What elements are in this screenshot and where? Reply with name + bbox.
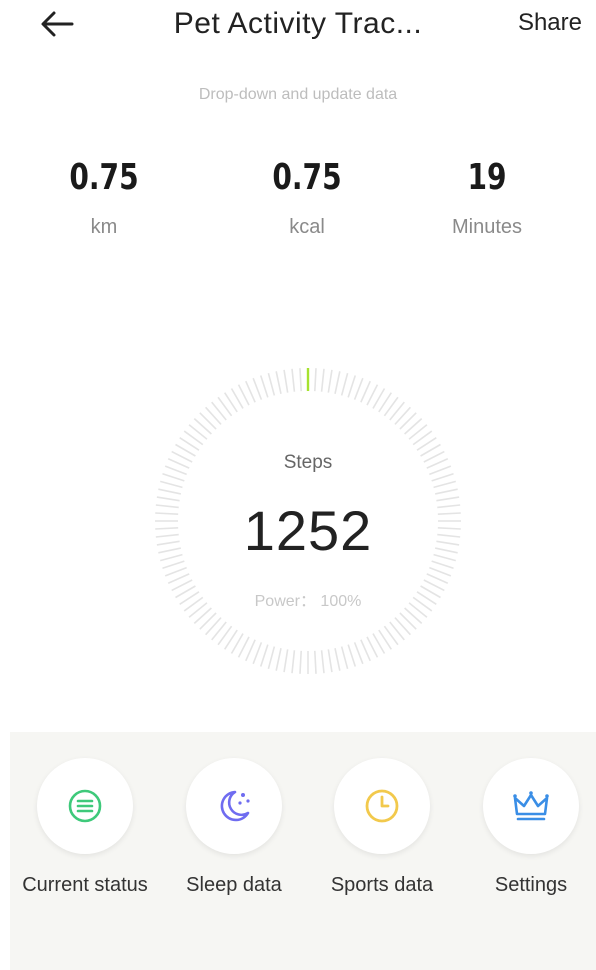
duration-unit: Minutes bbox=[451, 216, 523, 238]
sleep-data-label: Sleep data bbox=[186, 874, 282, 896]
top-bar: Pet Activity Trac... Share bbox=[0, 0, 596, 56]
settings-label: Settings bbox=[494, 874, 568, 896]
moon-icon bbox=[220, 790, 250, 822]
steps-label: Steps bbox=[283, 452, 333, 473]
current-status-button[interactable]: Current status bbox=[5, 758, 165, 897]
current-status-icon-circle bbox=[37, 758, 133, 854]
steps-count: 1252 bbox=[243, 499, 373, 562]
back-arrow-icon bbox=[41, 11, 74, 37]
sports-data-button[interactable]: Sports data bbox=[302, 758, 462, 897]
sleep-data-icon-circle bbox=[186, 758, 282, 854]
back-button[interactable] bbox=[36, 6, 80, 42]
distance-unit: km bbox=[90, 216, 118, 238]
sports-data-label: Sports data bbox=[330, 874, 434, 896]
calories-stat: 0.75 kcal bbox=[222, 150, 392, 242]
calories-value: 0.75 bbox=[272, 157, 342, 198]
settings-icon-circle bbox=[483, 758, 579, 854]
page-title: Pet Activity Trac... bbox=[173, 7, 423, 40]
list-icon bbox=[68, 789, 102, 823]
duration-value: 19 bbox=[467, 157, 507, 198]
power-level: Power： 100% bbox=[254, 593, 362, 610]
current-status-label: Current status bbox=[22, 874, 148, 896]
calories-unit: kcal bbox=[289, 216, 325, 238]
share-button[interactable]: Share bbox=[518, 8, 582, 38]
sports-data-icon-circle bbox=[334, 758, 430, 854]
pull-refresh-hint: Drop-down and update data bbox=[198, 86, 398, 103]
steps-summary: Steps 1252 Power： 100% bbox=[153, 366, 463, 676]
crown-icon bbox=[513, 791, 549, 821]
distance-stat: 0.75 km bbox=[19, 150, 189, 242]
distance-value: 0.75 bbox=[69, 157, 139, 198]
settings-button[interactable]: Settings bbox=[451, 758, 596, 897]
clock-icon bbox=[365, 789, 399, 823]
sleep-data-button[interactable]: Sleep data bbox=[154, 758, 314, 897]
duration-stat: 19 Minutes bbox=[402, 150, 572, 242]
